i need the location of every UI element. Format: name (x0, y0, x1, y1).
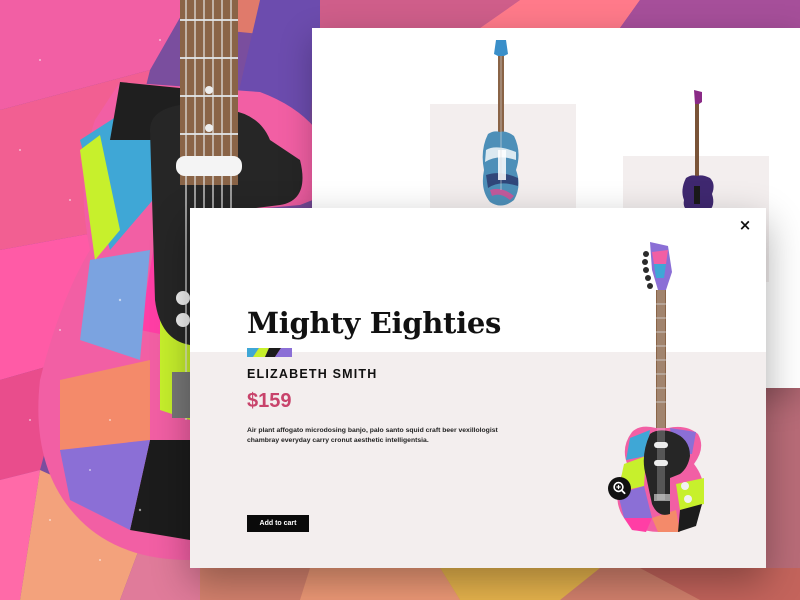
color-swatch (247, 348, 292, 357)
zoom-in-icon[interactable] (608, 477, 631, 500)
artist-name: ELIZABETH SMITH (247, 367, 378, 381)
close-icon[interactable]: × (736, 216, 754, 234)
marble-guitar-image (482, 40, 519, 206)
product-description: Air plant affogato microdosing banjo, pa… (247, 427, 498, 444)
product-price: $159 (247, 390, 292, 412)
purple-guitar-image (682, 90, 714, 212)
product-title: Mighty Eighties (247, 306, 501, 340)
product-detail-modal: × Mighty Eighties ELIZABETH SMITH $159 A… (190, 208, 766, 568)
add-to-cart-button[interactable]: Add to cart (247, 515, 309, 532)
